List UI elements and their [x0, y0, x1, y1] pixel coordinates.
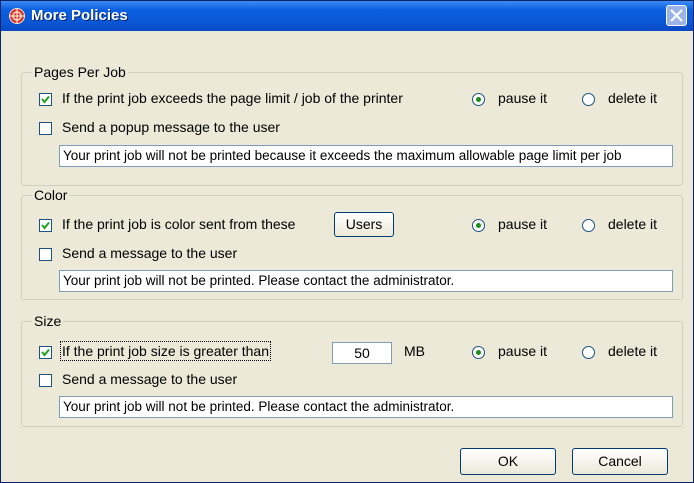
users-button[interactable]: Users [334, 212, 394, 237]
size-unit-label: MB [404, 343, 425, 359]
window-title: More Policies [31, 7, 128, 24]
size-message-checkbox[interactable] [39, 374, 52, 387]
size-limit-input[interactable]: 50 [332, 342, 392, 364]
size-pause-label[interactable]: pause it [498, 343, 547, 359]
cancel-button[interactable]: Cancel [572, 448, 668, 475]
color-message-checkbox[interactable] [39, 248, 52, 261]
pages-per-job-legend: Pages Per Job [32, 64, 128, 80]
color-group: Color If the print job is color sent fro… [21, 187, 683, 300]
color-sent-checkbox[interactable] [39, 219, 52, 232]
pages-per-job-group: Pages Per Job If the print job exceeds t… [21, 64, 683, 186]
size-greater-label[interactable]: If the print job size is greater than [60, 341, 271, 361]
ok-button[interactable]: OK [460, 448, 556, 475]
title-bar[interactable]: More Policies [1, 1, 693, 31]
pages-pause-label[interactable]: pause it [498, 90, 547, 106]
exceed-page-limit-label[interactable]: If the print job exceeds the page limit … [62, 90, 403, 106]
color-message-label[interactable]: Send a message to the user [62, 245, 237, 261]
color-legend: Color [32, 187, 70, 203]
size-message-label[interactable]: Send a message to the user [62, 371, 237, 387]
close-icon [670, 9, 683, 22]
check-mark-icon [41, 348, 50, 357]
color-message-field[interactable]: Your print job will not be printed. Plea… [59, 270, 673, 292]
color-pause-label[interactable]: pause it [498, 216, 547, 232]
size-legend: Size [32, 313, 64, 329]
color-delete-radio[interactable] [582, 219, 595, 232]
size-delete-radio[interactable] [582, 346, 595, 359]
size-message-field[interactable]: Your print job will not be printed. Plea… [59, 396, 673, 418]
size-pause-radio[interactable] [472, 346, 485, 359]
dialog-body: Pages Per Job If the print job exceeds t… [4, 32, 690, 479]
printer-policy-icon [9, 8, 25, 24]
color-delete-label[interactable]: delete it [608, 216, 657, 232]
pages-message-field[interactable]: Your print job will not be printed becau… [59, 145, 673, 167]
send-popup-label[interactable]: Send a popup message to the user [62, 119, 280, 135]
check-mark-icon [41, 221, 50, 230]
size-group: Size If the print job size is greater th… [21, 313, 683, 427]
size-greater-checkbox[interactable] [39, 346, 52, 359]
color-pause-radio[interactable] [472, 219, 485, 232]
check-mark-icon [41, 95, 50, 104]
color-sent-label[interactable]: If the print job is color sent from thes… [62, 216, 295, 232]
pages-delete-radio[interactable] [582, 93, 595, 106]
pages-delete-label[interactable]: delete it [608, 90, 657, 106]
send-popup-checkbox[interactable] [39, 122, 52, 135]
pages-pause-radio[interactable] [472, 93, 485, 106]
more-policies-dialog: More Policies Pages Per Job If the print… [0, 0, 694, 483]
size-delete-label[interactable]: delete it [608, 343, 657, 359]
exceed-page-limit-checkbox[interactable] [39, 93, 52, 106]
close-button[interactable] [666, 5, 687, 26]
